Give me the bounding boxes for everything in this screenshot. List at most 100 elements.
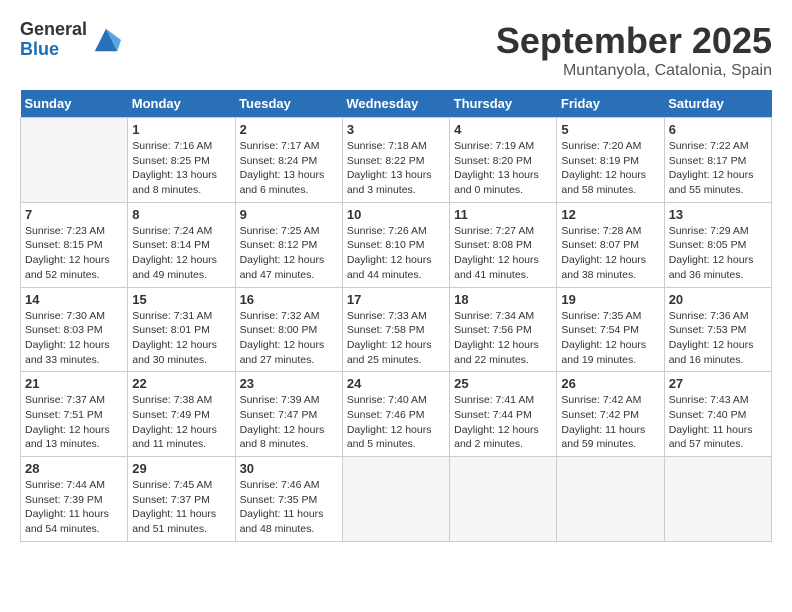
calendar-cell: 25 Sunrise: 7:41 AMSunset: 7:44 PMDayligh… — [450, 372, 557, 457]
calendar-cell: 14Sunrise: 7:30 AMSunset: 8:03 PMDayligh… — [21, 287, 128, 372]
day-info: Sunrise: 7:40 AMSunset: 7:46 PMDaylight:… — [347, 393, 445, 452]
column-header-friday: Friday — [557, 90, 664, 118]
day-number: 13 — [669, 207, 767, 222]
week-row: 28 Sunrise: 7:44 AMSunset: 7:39 PMDayligh… — [21, 457, 772, 542]
week-row: 1Sunrise: 7:16 AMSunset: 8:25 PMDaylight… — [21, 118, 772, 203]
day-info: Sunrise: 7:30 AMSunset: 8:03 PMDaylight:… — [25, 309, 123, 368]
day-number: 29 — [132, 461, 230, 476]
week-row: 21 Sunrise: 7:37 AMSunset: 7:51 PMDayligh… — [21, 372, 772, 457]
calendar-cell: 7 Sunrise: 7:23 AMSunset: 8:15 PMDaylight… — [21, 202, 128, 287]
day-number: 10 — [347, 207, 445, 222]
column-header-thursday: Thursday — [450, 90, 557, 118]
calendar-cell: 22 Sunrise: 7:38 AMSunset: 7:49 PMDayligh… — [128, 372, 235, 457]
day-info: Sunrise: 7:44 AMSunset: 7:39 PMDaylight:… — [25, 478, 123, 537]
day-info: Sunrise: 7:41 AMSunset: 7:44 PMDaylight:… — [454, 393, 552, 452]
day-number: 19 — [561, 292, 659, 307]
day-info: Sunrise: 7:46 AMSunset: 7:35 PMDaylight:… — [240, 478, 338, 537]
day-number: 3 — [347, 122, 445, 137]
calendar-cell: 28 Sunrise: 7:44 AMSunset: 7:39 PMDayligh… — [21, 457, 128, 542]
day-number: 15 — [132, 292, 230, 307]
header-row: SundayMondayTuesdayWednesdayThursdayFrid… — [21, 90, 772, 118]
calendar-cell: 30 Sunrise: 7:46 AMSunset: 7:35 PMDayligh… — [235, 457, 342, 542]
calendar-cell: 15 Sunrise: 7:31 AMSunset: 8:01 PMDayligh… — [128, 287, 235, 372]
day-info: Sunrise: 7:34 AMSunset: 7:56 PMDaylight:… — [454, 309, 552, 368]
logo-text: General Blue — [20, 20, 87, 60]
calendar-cell: 10 Sunrise: 7:26 AMSunset: 8:10 PMDayligh… — [342, 202, 449, 287]
calendar-cell: 5Sunrise: 7:20 AMSunset: 8:19 PMDaylight… — [557, 118, 664, 203]
day-number: 30 — [240, 461, 338, 476]
day-info: Sunrise: 7:23 AMSunset: 8:15 PMDaylight:… — [25, 224, 123, 283]
day-number: 7 — [25, 207, 123, 222]
calendar-cell: 18 Sunrise: 7:34 AMSunset: 7:56 PMDayligh… — [450, 287, 557, 372]
calendar-cell: 9 Sunrise: 7:25 AMSunset: 8:12 PMDaylight… — [235, 202, 342, 287]
day-info: Sunrise: 7:36 AMSunset: 7:53 PMDaylight:… — [669, 309, 767, 368]
day-info: Sunrise: 7:19 AMSunset: 8:20 PMDaylight:… — [454, 139, 552, 198]
day-number: 28 — [25, 461, 123, 476]
day-number: 27 — [669, 376, 767, 391]
week-row: 14Sunrise: 7:30 AMSunset: 8:03 PMDayligh… — [21, 287, 772, 372]
calendar-cell: 8Sunrise: 7:24 AMSunset: 8:14 PMDaylight… — [128, 202, 235, 287]
logo: General Blue — [20, 20, 121, 60]
day-info: Sunrise: 7:42 AMSunset: 7:42 PMDaylight:… — [561, 393, 659, 452]
day-number: 23 — [240, 376, 338, 391]
day-number: 20 — [669, 292, 767, 307]
calendar-cell: 29 Sunrise: 7:45 AMSunset: 7:37 PMDayligh… — [128, 457, 235, 542]
column-header-tuesday: Tuesday — [235, 90, 342, 118]
day-info: Sunrise: 7:22 AMSunset: 8:17 PMDaylight:… — [669, 139, 767, 198]
calendar-table: SundayMondayTuesdayWednesdayThursdayFrid… — [20, 90, 772, 542]
calendar-cell: 21 Sunrise: 7:37 AMSunset: 7:51 PMDayligh… — [21, 372, 128, 457]
calendar-cell: 19 Sunrise: 7:35 AMSunset: 7:54 PMDayligh… — [557, 287, 664, 372]
column-header-monday: Monday — [128, 90, 235, 118]
month-title: September 2025 — [496, 20, 772, 62]
calendar-cell: 12Sunrise: 7:28 AMSunset: 8:07 PMDayligh… — [557, 202, 664, 287]
day-number: 12 — [561, 207, 659, 222]
day-number: 21 — [25, 376, 123, 391]
calendar-cell — [450, 457, 557, 542]
page-header: General Blue September 2025 Muntanyola, … — [20, 20, 772, 80]
day-info: Sunrise: 7:29 AMSunset: 8:05 PMDaylight:… — [669, 224, 767, 283]
day-number: 2 — [240, 122, 338, 137]
day-number: 25 — [454, 376, 552, 391]
day-number: 1 — [132, 122, 230, 137]
day-info: Sunrise: 7:37 AMSunset: 7:51 PMDaylight:… — [25, 393, 123, 452]
day-number: 22 — [132, 376, 230, 391]
calendar-cell: 24 Sunrise: 7:40 AMSunset: 7:46 PMDayligh… — [342, 372, 449, 457]
day-number: 4 — [454, 122, 552, 137]
calendar-cell — [557, 457, 664, 542]
day-info: Sunrise: 7:27 AMSunset: 8:08 PMDaylight:… — [454, 224, 552, 283]
day-info: Sunrise: 7:35 AMSunset: 7:54 PMDaylight:… — [561, 309, 659, 368]
day-info: Sunrise: 7:45 AMSunset: 7:37 PMDaylight:… — [132, 478, 230, 537]
day-number: 9 — [240, 207, 338, 222]
calendar-cell: 11Sunrise: 7:27 AMSunset: 8:08 PMDayligh… — [450, 202, 557, 287]
calendar-cell — [664, 457, 771, 542]
logo-icon — [91, 25, 121, 55]
day-number: 6 — [669, 122, 767, 137]
calendar-cell: 16Sunrise: 7:32 AMSunset: 8:00 PMDayligh… — [235, 287, 342, 372]
day-info: Sunrise: 7:39 AMSunset: 7:47 PMDaylight:… — [240, 393, 338, 452]
day-info: Sunrise: 7:31 AMSunset: 8:01 PMDaylight:… — [132, 309, 230, 368]
day-info: Sunrise: 7:38 AMSunset: 7:49 PMDaylight:… — [132, 393, 230, 452]
calendar-cell — [21, 118, 128, 203]
day-number: 26 — [561, 376, 659, 391]
day-number: 17 — [347, 292, 445, 307]
day-number: 24 — [347, 376, 445, 391]
day-info: Sunrise: 7:26 AMSunset: 8:10 PMDaylight:… — [347, 224, 445, 283]
day-info: Sunrise: 7:43 AMSunset: 7:40 PMDaylight:… — [669, 393, 767, 452]
calendar-cell — [342, 457, 449, 542]
calendar-cell: 3 Sunrise: 7:18 AMSunset: 8:22 PMDaylight… — [342, 118, 449, 203]
week-row: 7 Sunrise: 7:23 AMSunset: 8:15 PMDaylight… — [21, 202, 772, 287]
calendar-cell: 23 Sunrise: 7:39 AMSunset: 7:47 PMDayligh… — [235, 372, 342, 457]
logo-blue: Blue — [20, 39, 59, 59]
column-header-wednesday: Wednesday — [342, 90, 449, 118]
day-info: Sunrise: 7:18 AMSunset: 8:22 PMDaylight:… — [347, 139, 445, 198]
day-number: 18 — [454, 292, 552, 307]
logo-general: General — [20, 19, 87, 39]
calendar-cell: 26 Sunrise: 7:42 AMSunset: 7:42 PMDayligh… — [557, 372, 664, 457]
day-info: Sunrise: 7:32 AMSunset: 8:00 PMDaylight:… — [240, 309, 338, 368]
calendar-cell: 1Sunrise: 7:16 AMSunset: 8:25 PMDaylight… — [128, 118, 235, 203]
location: Muntanyola, Catalonia, Spain — [496, 62, 772, 80]
day-info: Sunrise: 7:25 AMSunset: 8:12 PMDaylight:… — [240, 224, 338, 283]
title-block: September 2025 Muntanyola, Catalonia, Sp… — [496, 20, 772, 80]
calendar-cell: 20 Sunrise: 7:36 AMSunset: 7:53 PMDayligh… — [664, 287, 771, 372]
calendar-cell: 4 Sunrise: 7:19 AMSunset: 8:20 PMDaylight… — [450, 118, 557, 203]
